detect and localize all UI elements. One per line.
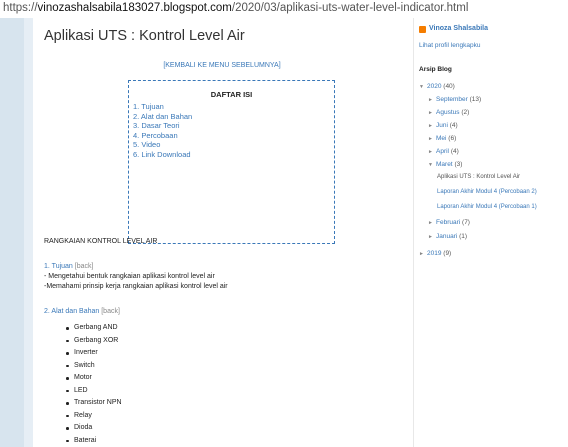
back-to-menu-link[interactable]: [KEMBALI KE MENU SEBELUMNYA] xyxy=(33,62,411,69)
archive-year-count: (40) xyxy=(443,83,455,90)
list-item: Inverter xyxy=(66,347,122,360)
blogger-icon xyxy=(419,26,426,33)
section-heading: RANGKAIAN KONTROL LEVEL AIR xyxy=(44,238,158,245)
alat-number: 2. xyxy=(44,308,50,315)
triangle-right-icon[interactable]: ► xyxy=(428,149,436,155)
address-bar[interactable]: https://vinozashalsabila183027.blogspot.… xyxy=(0,0,568,17)
archive-month-count: (3) xyxy=(454,161,463,168)
list-item: Gerbang XOR xyxy=(66,335,122,348)
tujuan-line-1: - Mengetahui bentuk rangkaian aplikasi k… xyxy=(44,273,215,280)
tujuan-back-link[interactable]: [back] xyxy=(75,263,94,270)
triangle-right-icon[interactable]: ► xyxy=(428,136,436,142)
archive-year-2019[interactable]: ► 2019 (9) xyxy=(419,250,451,257)
post-title: Aplikasi UTS : Kontrol Level Air xyxy=(44,28,245,44)
list-item: Switch xyxy=(66,360,122,373)
post-content: Aplikasi UTS : Kontrol Level Air [KEMBAL… xyxy=(33,18,413,447)
alat-list: Gerbang AND Gerbang XOR Inverter Switch … xyxy=(66,322,122,447)
archive-month-mei[interactable]: ► Mei (6) xyxy=(428,135,456,142)
tujuan-link[interactable]: Tujuan xyxy=(52,263,73,270)
archive-post[interactable]: Laporan Akhir Modul 4 (Percobaan 1) xyxy=(437,204,537,210)
triangle-right-icon[interactable]: ► xyxy=(428,123,436,129)
archive-year-count: (9) xyxy=(443,250,452,257)
triangle-down-icon[interactable]: ▼ xyxy=(419,84,427,90)
url-path: /2020/03/aplikasi-uts-water-level-indica… xyxy=(231,2,469,14)
profile-link[interactable]: Lihat profil lengkapku xyxy=(419,42,480,49)
triangle-right-icon[interactable]: ► xyxy=(428,110,436,116)
archive-month-count: (4) xyxy=(450,148,459,155)
archive-month-count: (13) xyxy=(469,96,482,103)
profile-name[interactable]: Vinoza Shalsabila xyxy=(429,25,488,32)
archive-title: Arsip Blog xyxy=(419,66,452,73)
archive-month-label: April xyxy=(436,148,450,155)
archive-month-label: Agustus xyxy=(436,109,460,116)
triangle-down-icon[interactable]: ▼ xyxy=(428,162,436,168)
archive-month-label: Mei xyxy=(436,135,447,142)
toc-item-percobaan[interactable]: 4. Percobaan xyxy=(133,131,192,141)
archive-month-label: Maret xyxy=(436,161,453,168)
alat-heading: 2. Alat dan Bahan [back] xyxy=(44,308,120,315)
archive-month-januari[interactable]: ► Januari (1) xyxy=(428,233,467,240)
archive-month-agustus[interactable]: ► Agustus (2) xyxy=(428,109,469,116)
archive-month-count: (6) xyxy=(448,135,457,142)
tujuan-number: 1. xyxy=(44,263,50,270)
alat-link[interactable]: Alat dan Bahan xyxy=(51,308,99,315)
archive-month-februari[interactable]: ► Februari (7) xyxy=(428,219,470,226)
list-item: Dioda xyxy=(66,422,122,435)
archive-month-count: (1) xyxy=(459,233,468,240)
archive-month-juni[interactable]: ► Juni (4) xyxy=(428,122,458,129)
archive-post[interactable]: Laporan Akhir Modul 4 (Percobaan 2) xyxy=(437,189,537,195)
archive-year-2020[interactable]: ▼ 2020 (40) xyxy=(419,83,455,90)
archive-month-april[interactable]: ► April (4) xyxy=(428,148,459,155)
table-of-contents: DAFTAR ISI 1. Tujuan 2. Alat dan Bahan 3… xyxy=(128,80,335,244)
toc-list: 1. Tujuan 2. Alat dan Bahan 3. Dasar Teo… xyxy=(133,102,192,160)
toc-title: DAFTAR ISI xyxy=(210,90,253,99)
archive-post-current[interactable]: Aplikasi UTS : Kontrol Level Air xyxy=(437,174,520,180)
triangle-right-icon[interactable]: ► xyxy=(419,251,427,257)
list-item: Relay xyxy=(66,410,122,423)
archive-month-count: (2) xyxy=(461,109,470,116)
list-item: Baterai xyxy=(66,435,122,447)
alat-back-link[interactable]: [back] xyxy=(101,308,120,315)
archive-month-count: (7) xyxy=(462,219,470,226)
tujuan-heading: 1. Tujuan [back] xyxy=(44,263,93,270)
archive-year-label: 2019 xyxy=(427,250,442,257)
archive-month-count: (4) xyxy=(449,122,458,129)
tujuan-line-2: -Memahami prinsip kerja rangkaian aplika… xyxy=(44,283,228,290)
sidebar: Vinoza Shalsabila Lihat profil lengkapku… xyxy=(414,18,568,447)
archive-month-label: Februari xyxy=(436,219,461,226)
toc-item-alat-bahan[interactable]: 2. Alat dan Bahan xyxy=(133,112,192,122)
list-item: Transistor NPN xyxy=(66,397,122,410)
list-item: Motor xyxy=(66,372,122,385)
triangle-right-icon[interactable]: ► xyxy=(428,220,436,226)
triangle-right-icon[interactable]: ► xyxy=(428,234,436,240)
archive-month-label: Januari xyxy=(436,233,458,240)
url-host: vinozashalsabila183027.blogspot.com xyxy=(37,2,232,14)
archive-month-maret[interactable]: ▼ Maret (3) xyxy=(428,161,462,168)
toc-item-tujuan[interactable]: 1. Tujuan xyxy=(133,102,192,112)
page-background-edge xyxy=(24,18,33,447)
archive-month-label: September xyxy=(436,96,468,103)
toc-item-link-download[interactable]: 6. Link Download xyxy=(133,150,192,160)
list-item: Gerbang AND xyxy=(66,322,122,335)
archive-year-label: 2020 xyxy=(427,83,442,90)
archive-month-label: Juni xyxy=(436,122,448,129)
list-item: LED xyxy=(66,385,122,398)
triangle-right-icon[interactable]: ► xyxy=(428,97,436,103)
archive-month-september[interactable]: ► September (13) xyxy=(428,96,481,103)
url-prefix: https:// xyxy=(3,2,38,14)
toc-item-video[interactable]: 5. Video xyxy=(133,140,192,150)
toc-item-dasar-teori[interactable]: 3. Dasar Teori xyxy=(133,121,192,131)
